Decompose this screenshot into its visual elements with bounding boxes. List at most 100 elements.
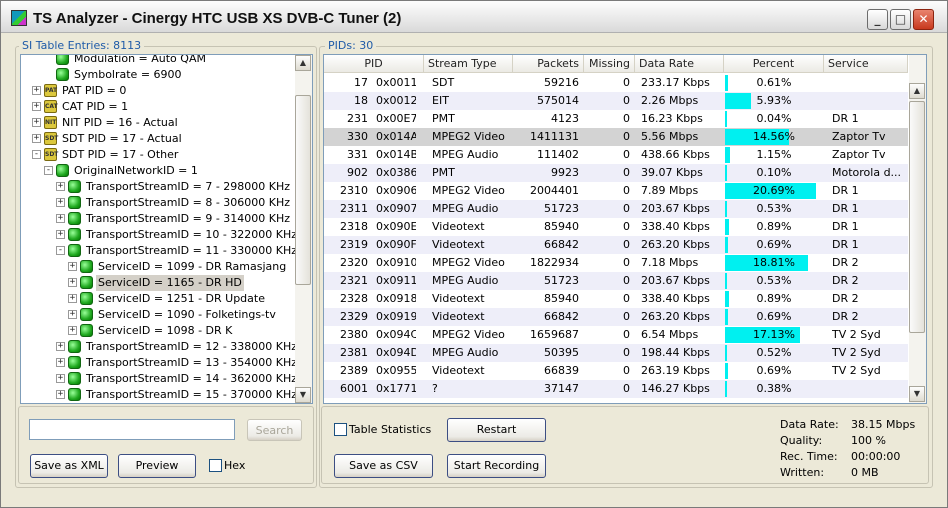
table-row[interactable]: 0.69% 2329 0x0919 Videotext 66842 0 263.20 Kbp… [324, 308, 908, 326]
table-row[interactable]: 0.38% 6001 0x1771? 37147 0 146.27 Kbps [324, 380, 908, 398]
scroll-down-icon[interactable]: ▼ [909, 386, 925, 402]
table-row[interactable]: 0.04% 231 0x00E7 PMT 4123 0 16.23 Kbps DR 1 [324, 110, 908, 128]
pid-cell: 330 [347, 130, 368, 143]
tree-item[interactable]: + TransportStreamID = 14 - 362000 KHz [21, 371, 297, 387]
service-header[interactable]: Service [824, 55, 908, 73]
tree-item[interactable]: + TransportStreamID = 12 - 338000 KHz [21, 339, 298, 355]
expand-icon[interactable]: + [56, 374, 65, 383]
tree-item-label: TransportStreamID = 12 - 338000 KHz [86, 340, 298, 353]
expand-icon[interactable]: + [32, 118, 41, 127]
expand-icon[interactable]: + [56, 230, 65, 239]
pid-cell: 2380 [340, 328, 368, 341]
tree-item[interactable]: + ServiceID = 1090 - Folketings-tv [21, 307, 296, 323]
tree-item[interactable]: + ServiceID = 1165 - DR HD [21, 275, 296, 291]
tree-item[interactable]: - SDT SDT PID = 17 - Other [21, 147, 296, 163]
save-as-xml-button[interactable]: Save as XML [30, 454, 108, 478]
tree-item[interactable]: + ServiceID = 1251 - DR Update [21, 291, 296, 307]
tree-item[interactable]: + SDT SDT PID = 17 - Actual [21, 131, 296, 147]
scroll-up-icon[interactable]: ▲ [295, 55, 311, 71]
tree-item[interactable]: + TransportStreamID = 15 - 370000 KHz [21, 387, 297, 403]
expand-icon[interactable]: + [56, 358, 65, 367]
tree-item[interactable]: + TransportStreamID = 7 - 298000 KHz [21, 179, 296, 195]
tree-item[interactable]: + ServiceID = 1099 - DR Ramasjang [21, 259, 296, 275]
scroll-thumb[interactable] [909, 101, 925, 333]
expand-icon[interactable]: + [56, 390, 65, 399]
packets-header[interactable]: Packets [513, 55, 584, 73]
expand-icon[interactable]: + [56, 342, 65, 351]
start-recording-button[interactable]: Start Recording [447, 454, 546, 478]
scroll-up-icon[interactable]: ▲ [909, 83, 925, 99]
collapse-icon[interactable]: - [56, 246, 65, 255]
table-row[interactable]: 1.15% 331 0x014B MPEG Audio 111402 0 438.66 Kb… [324, 146, 908, 164]
table-row[interactable]: 0.52% 2381 0x094D MPEG Audio 50395 0 198.44 Kb… [324, 344, 908, 362]
expand-icon[interactable]: + [68, 278, 77, 287]
maximize-button[interactable]: □ [890, 9, 911, 30]
data-rate-cell: 5.56 Mbps [641, 130, 699, 143]
table-row[interactable]: 0.89% 2328 0x0918 Videotext 85940 0 338.40 Kbp… [324, 290, 908, 308]
pid-hex-cell: 0x0910 [376, 256, 416, 269]
save-as-csv-button[interactable]: Save as CSV [334, 454, 433, 478]
table-row[interactable]: 20.69% 2310 0x0906 MPEG2 Video 2004401 0 7.89 … [324, 182, 908, 200]
scroll-down-icon[interactable]: ▼ [295, 387, 311, 403]
expand-icon[interactable]: + [68, 294, 77, 303]
data-rate-cell: 6.54 Mbps [641, 328, 699, 341]
expand-icon[interactable]: + [56, 198, 65, 207]
hex-checkbox[interactable] [209, 459, 222, 472]
table-row[interactable]: 0.53% 2321 0x0911 MPEG Audio 51723 0 203.67 Kb… [324, 272, 908, 290]
expand-icon[interactable]: + [32, 102, 41, 111]
pid-header[interactable]: PID [324, 55, 424, 73]
pid-hex-cell: 0x090F [376, 238, 416, 251]
tree-item[interactable]: Modulation = Auto QAM [21, 55, 296, 67]
tree-item[interactable]: + ServiceID = 1098 - DR K [21, 323, 296, 339]
preview-button[interactable]: Preview [118, 454, 196, 478]
collapse-icon[interactable]: - [44, 166, 53, 175]
table-row[interactable]: 0.61% 17 0x0011 SDT 59216 0 233.17 Kbps [324, 74, 908, 92]
table-row[interactable]: 5.93% 18 0x0012 EIT 575014 0 2.26 Mbps [324, 92, 908, 110]
tree-item[interactable]: + TransportStreamID = 9 - 314000 KHz [21, 211, 296, 227]
si-tree-view[interactable]: Modulation = Auto QAM Symbolrate = 6900 + P… [20, 54, 313, 404]
table-row[interactable]: 0.53% 2311 0x0907 MPEG Audio 51723 0 203.67 Kb… [324, 200, 908, 218]
tree-item[interactable]: + PAT PAT PID = 0 [21, 83, 296, 99]
table-row[interactable]: 0.69% 2319 0x090F Videotext 66842 0 263.20 Kbp… [324, 236, 908, 254]
data-rate-header[interactable]: Data Rate [635, 55, 724, 73]
table-row[interactable]: 0.89% 2318 0x090E Videotext 85940 0 338.40 Kbp… [324, 218, 908, 236]
table-row[interactable]: 17.13% 2380 0x094C MPEG2 Video 1659687 0 6.54 … [324, 326, 908, 344]
table-row[interactable]: 0.69% 2389 0x0955 Videotext 66839 0 263.19 Kbp… [324, 362, 908, 380]
scroll-thumb[interactable] [295, 95, 311, 285]
status-green-icon [68, 228, 81, 241]
packets-cell: 85940 [544, 220, 579, 233]
pid-cell: 18 [354, 94, 368, 107]
tree-item[interactable]: + TransportStreamID = 10 - 322000 KHz [21, 227, 297, 243]
minimize-button[interactable]: _ [867, 9, 888, 30]
search-input[interactable] [29, 419, 235, 440]
expand-icon[interactable]: + [56, 214, 65, 223]
tree-scrollbar[interactable]: ▲ ▼ [295, 55, 312, 403]
expand-icon[interactable]: + [32, 86, 41, 95]
search-button[interactable]: Search [247, 419, 302, 441]
expand-icon[interactable]: + [68, 310, 77, 319]
stream-type-header[interactable]: Stream Type [424, 55, 513, 73]
expand-icon[interactable]: + [32, 134, 41, 143]
expand-icon[interactable]: + [68, 262, 77, 271]
pid-table[interactable]: PID Stream Type Packets Missing Data Rate Per… [323, 54, 927, 404]
expand-icon[interactable]: + [56, 182, 65, 191]
table-scrollbar[interactable]: ▲ ▼ [909, 55, 926, 403]
table-row[interactable]: 0.10% 902 0x0386 PMT 9923 0 39.07 Kbps Motorola… [324, 164, 908, 182]
close-button[interactable]: ✕ [913, 9, 934, 30]
tree-item[interactable]: - OriginalNetworkID = 1 [21, 163, 296, 179]
tree-item[interactable]: Symbolrate = 6900 [21, 67, 296, 83]
pid-hex-cell: 0x00E7 [376, 112, 416, 125]
percent-header[interactable]: Percent [724, 55, 824, 73]
tree-item[interactable]: + CAT CAT PID = 1 [21, 99, 296, 115]
table-statistics-checkbox[interactable] [334, 423, 347, 436]
table-row[interactable]: 18.81% 2320 0x0910 MPEG2 Video 1822934 0 7.18 … [324, 254, 908, 272]
restart-button[interactable]: Restart [447, 418, 546, 442]
expand-icon[interactable]: + [68, 326, 77, 335]
tree-item[interactable]: + TransportStreamID = 13 - 354000 KHz [21, 355, 297, 371]
missing-header[interactable]: Missing [584, 55, 635, 73]
tree-item[interactable]: - TransportStreamID = 11 - 330000 KHz [21, 243, 297, 259]
collapse-icon[interactable]: - [32, 150, 41, 159]
tree-item[interactable]: + TransportStreamID = 8 - 306000 KHz [21, 195, 296, 211]
table-row[interactable]: 14.56% 330 0x014A MPEG2 Video 1411131 0 5.56 M… [324, 128, 908, 146]
tree-item[interactable]: + NIT NIT PID = 16 - Actual [21, 115, 296, 131]
